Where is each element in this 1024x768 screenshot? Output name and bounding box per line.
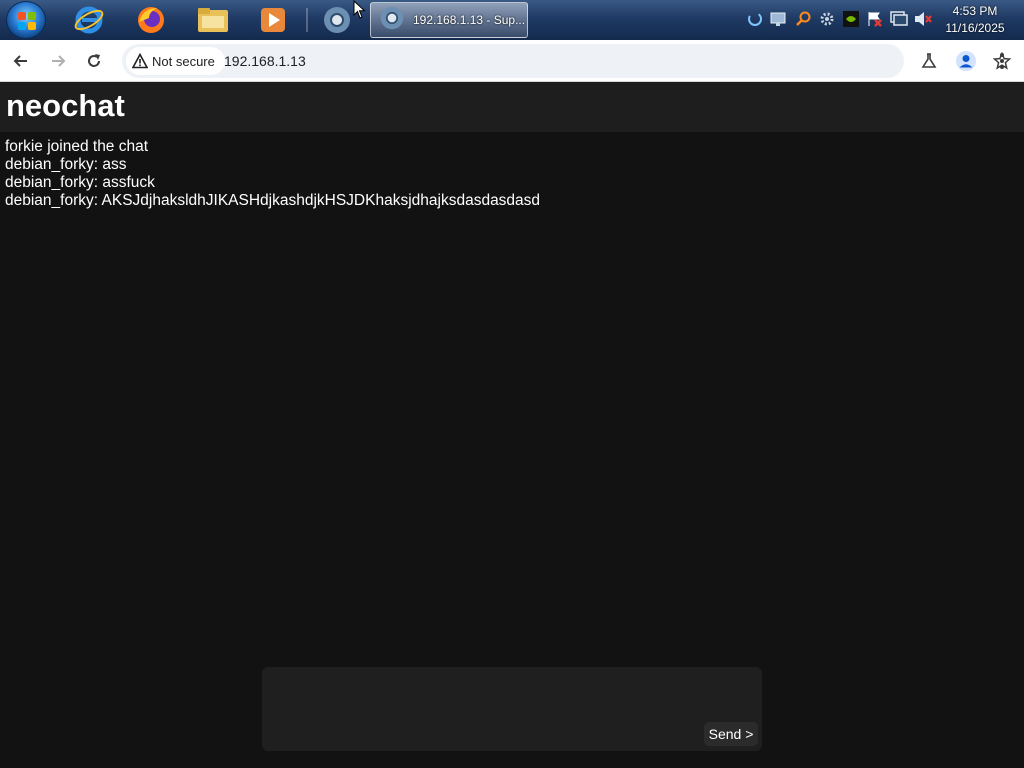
app-title: neochat (6, 88, 125, 123)
chromium-icon (379, 5, 405, 36)
reload-icon (88, 54, 100, 67)
volume-muted-icon[interactable] (914, 10, 932, 28)
clock-time: 4:53 PM (952, 4, 998, 18)
chat-message: debian_forky: ass (5, 156, 127, 173)
message-list: forkie joined the chat debian_forky: ass… (5, 138, 540, 210)
firefox-icon[interactable] (128, 3, 174, 37)
url-text[interactable]: 192.168.1.13 (224, 53, 306, 69)
start-button[interactable] (6, 1, 46, 39)
chat-page: neochat forkie joined the chat debian_fo… (0, 82, 1024, 768)
system-tray (746, 8, 932, 30)
action-center-flag-icon[interactable] (866, 10, 884, 28)
flask-icon (921, 53, 937, 68)
address-bar[interactable]: Not secure 192.168.1.13 (122, 44, 1011, 78)
back-button[interactable] (6, 46, 36, 76)
browser-menu-button[interactable] (987, 46, 1017, 76)
taskbar-task-browser[interactable]: 192.168.1.13 - Sup... (370, 2, 528, 38)
chat-message: forkie joined the chat (5, 138, 149, 155)
browser-toolbar: Not secure 192.168.1.13 (0, 40, 1024, 82)
chat-message: debian_forky: AKSJdjhaksldhJIKASHdjkashd… (5, 192, 541, 209)
reload-button[interactable] (79, 46, 109, 76)
display-icon[interactable] (890, 10, 908, 28)
message-composer: Send > (262, 667, 762, 751)
nvidia-icon[interactable] (842, 10, 860, 28)
settings-cog-icon[interactable] (818, 10, 836, 28)
avatar-icon (956, 51, 976, 71)
windows-logo-icon (18, 12, 36, 30)
security-label: Not secure (152, 53, 215, 69)
profile-button[interactable] (951, 46, 981, 76)
windows-taskbar: 192.168.1.13 - Sup... 4:53 PM 11/16/2025 (0, 0, 1024, 40)
forward-button[interactable] (43, 46, 73, 76)
clock-date: 11/16/2025 (945, 21, 1005, 35)
warning-triangle-icon (132, 53, 148, 69)
internet-explorer-icon[interactable] (66, 3, 112, 37)
labs-button[interactable] (914, 46, 944, 76)
taskbar-task-label: 192.168.1.13 - Sup... (413, 13, 526, 27)
chat-message: debian_forky: assfuck (5, 174, 155, 191)
arrow-left-icon (13, 55, 27, 67)
loading-icon[interactable] (746, 10, 764, 28)
network-monitor-icon[interactable] (770, 10, 788, 28)
search-tool-icon[interactable] (794, 10, 812, 28)
media-player-icon[interactable] (250, 3, 296, 37)
mouse-cursor-icon (353, 0, 366, 19)
file-explorer-icon[interactable] (190, 3, 236, 37)
message-input[interactable] (262, 667, 692, 751)
app-header: neochat (0, 82, 1024, 132)
kebab-menu-icon (1000, 53, 1004, 69)
taskbar-clock[interactable]: 4:53 PM 11/16/2025 (936, 3, 1014, 37)
taskbar-separator (306, 8, 308, 32)
arrow-right-icon (52, 55, 66, 67)
send-button[interactable]: Send > (704, 722, 758, 746)
security-indicator[interactable]: Not secure (126, 47, 225, 75)
